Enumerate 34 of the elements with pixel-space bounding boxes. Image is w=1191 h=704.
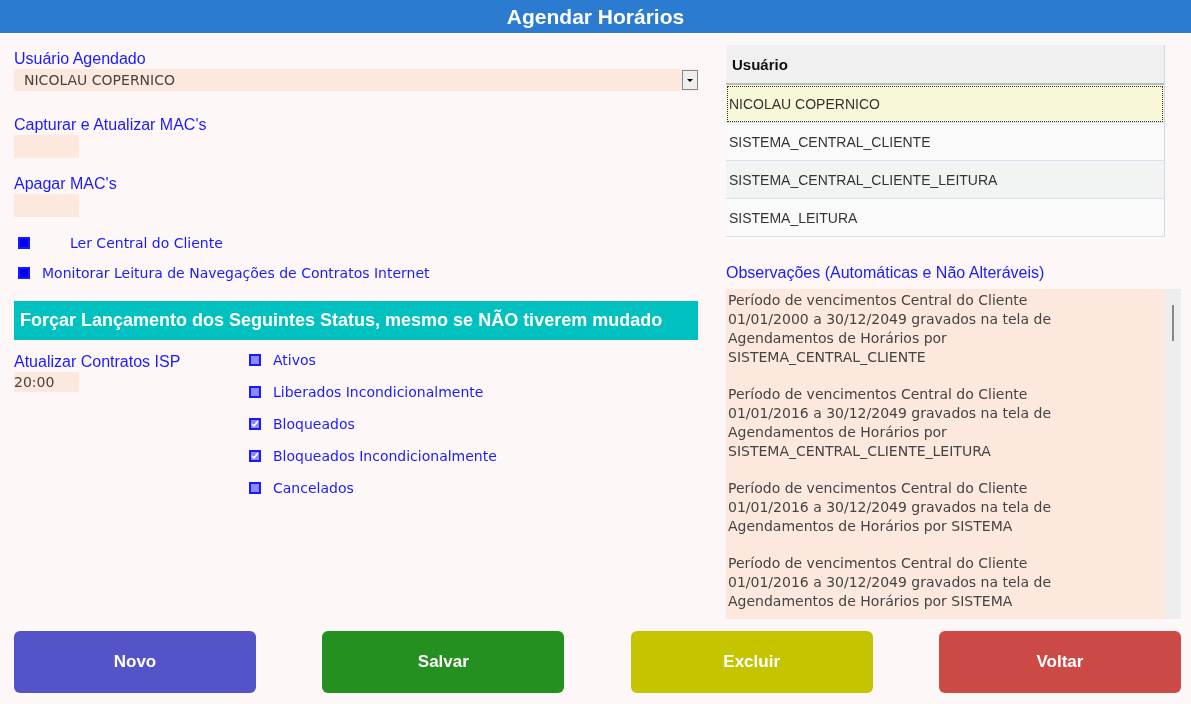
- action-button[interactable]: Novo: [14, 631, 256, 693]
- scrollbar[interactable]: [1165, 289, 1181, 619]
- checkbox[interactable]: [249, 418, 261, 430]
- checkbox[interactable]: [249, 386, 261, 398]
- status-label: Bloqueados Incondicionalmente: [273, 448, 497, 464]
- field-label: Usuário Agendado: [14, 49, 147, 69]
- action-button[interactable]: Salvar: [322, 631, 565, 693]
- input-field[interactable]: [14, 194, 79, 217]
- field-label: Atualizar Contratos ISP: [14, 352, 182, 372]
- checkbox[interactable]: [249, 482, 261, 494]
- time-field[interactable]: 20:00: [14, 372, 79, 392]
- window-title: Agendar Horários: [0, 0, 1191, 33]
- user-select[interactable]: NICOLAU COPERNICO: [14, 69, 698, 91]
- column-header: Usuário: [726, 45, 1164, 85]
- status-label: Cancelados: [273, 480, 354, 496]
- checkbox[interactable]: [249, 354, 261, 366]
- section-banner: Forçar Lançamento dos Seguintes Status, mesmo se NÃO tiverem mudado: [14, 301, 698, 340]
- observations-text: Período de vencimentos Central do Cliente 01/01/2000 a 30/12/2049 gravados na tela de Agendamentos de Horários por SISTEMA_CENTRAL_CLIENTE Período de vencimentos Central do Cliente 01/01/2016 a 30/12/2049 gravados na tela de Agendamentos de Horários por SISTEMA_CENTRAL_CLIENTE_LEITURA Período de vencimentos Central do Cliente 01/01/2016 a 30/12/2049 gravados na tela de Agendamentos de Horários por SISTEMA Período de vencimentos Central do Cliente 01/01/2016 a 30/12/2049 gravados na tela de Agendamentos de Horários por SISTEMA: [726, 289, 1165, 619]
- checkbox[interactable]: [18, 237, 30, 249]
- table-row[interactable]: NICOLAU COPERNICO: [726, 85, 1164, 123]
- checkbox[interactable]: [249, 450, 261, 462]
- status-label: Bloqueados: [273, 416, 355, 432]
- status-label: Ativos: [273, 352, 316, 368]
- caret-icon: [682, 70, 698, 90]
- input-field[interactable]: [14, 135, 79, 158]
- checkbox[interactable]: [18, 267, 30, 279]
- field-label: Capturar e Atualizar MAC's: [14, 115, 208, 135]
- field-label: Observações (Automáticas e Não Alteráveis): [726, 263, 1046, 283]
- option-label: Monitorar Leitura de Navegações de Contratos Internet: [42, 265, 430, 281]
- status-label: Liberados Incondicionalmente: [273, 384, 484, 400]
- action-button[interactable]: Voltar: [939, 631, 1181, 693]
- option-label: Ler Central do Cliente: [70, 235, 223, 251]
- table-row[interactable]: SISTEMA_CENTRAL_CLIENTE_LEITURA: [726, 161, 1164, 199]
- field-label: Apagar MAC's: [14, 174, 118, 194]
